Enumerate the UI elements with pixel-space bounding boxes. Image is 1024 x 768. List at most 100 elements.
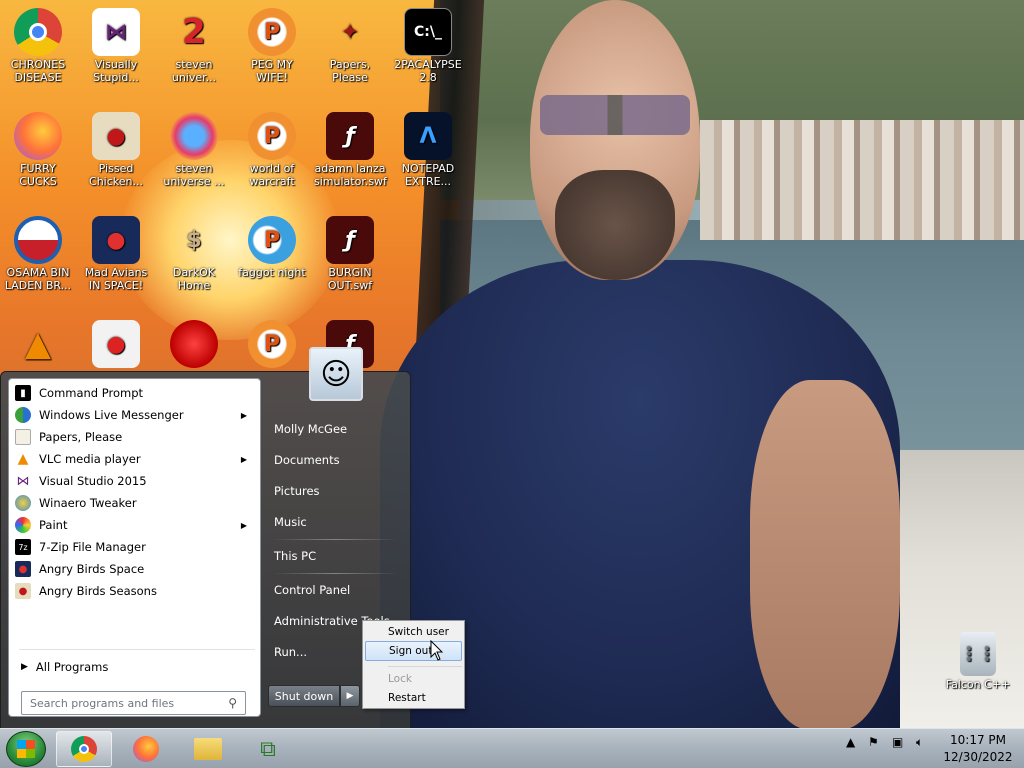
desktop-icon-vlc[interactable]: ▲ <box>0 320 76 370</box>
volume-icon[interactable]: 🔈︎ <box>916 735 923 750</box>
all-programs-button[interactable]: ▶ All Programs <box>19 656 255 678</box>
shutdown-button[interactable]: Shut down <box>268 685 340 707</box>
system-clock[interactable]: 10:17 PM 12/30/2022 <box>936 732 1020 766</box>
obama-logo-icon <box>14 216 62 264</box>
taskbar-network[interactable]: ⧉ <box>240 731 296 767</box>
angry-birds-seasons-icon: ● <box>15 583 31 599</box>
desktop-icon-steven-universe[interactable]: 2 steven univer... <box>156 8 232 85</box>
program-command-prompt[interactable]: ▮ Command Prompt <box>13 382 255 404</box>
menu-item-switch-user[interactable]: Switch user <box>365 622 462 642</box>
papers-please-icon <box>15 429 31 445</box>
desktop-icon-mad-avians[interactable]: ● Mad Avians IN SPACE! <box>78 216 154 292</box>
triangle-right-icon: ▶ <box>21 662 28 672</box>
shutdown-options-menu: Switch user Sign out Lock Restart <box>362 620 465 709</box>
program-vlc[interactable]: ▲ VLC media player ▶ <box>13 448 255 470</box>
command-prompt-icon: C:\_ <box>404 8 452 56</box>
program-angry-birds-space[interactable]: ● Angry Birds Space <box>13 558 255 580</box>
recycle-bin-icon: ⋮⋮ <box>960 632 996 676</box>
right-separator <box>272 573 398 574</box>
program-angry-birds-seasons[interactable]: ● Angry Birds Seasons <box>13 580 255 602</box>
angry-birds-seasons-icon: ● <box>92 112 140 160</box>
program-winaero-tweaker[interactable]: Winaero Tweaker <box>13 492 255 514</box>
flash-icon: ƒ <box>326 112 374 160</box>
desktop-icon-red-bird[interactable] <box>156 320 232 370</box>
desktop-icon-adamn-lanza[interactable]: ƒ adamn lanza simulator.swf <box>312 112 388 188</box>
file-explorer-icon <box>194 738 222 760</box>
vlc-icon: ▲ <box>24 323 52 364</box>
start-item-control-panel[interactable]: Control Panel <box>270 578 402 602</box>
program-paint[interactable]: Paint ▶ <box>13 514 255 536</box>
peggle-icon: P <box>248 8 296 56</box>
submenu-arrow-icon: ▶ <box>240 410 247 420</box>
firefox-icon <box>14 112 62 160</box>
start-item-user[interactable]: Molly McGee <box>270 417 402 441</box>
desktop-icon-darkok-home[interactable]: $ DarkOK Home <box>156 216 232 292</box>
papers-please-icon: ✦ <box>340 19 360 45</box>
taskbar-file-explorer[interactable] <box>180 731 236 767</box>
clock-date: 12/30/2022 <box>943 750 1013 764</box>
start-item-documents[interactable]: Documents <box>270 448 402 472</box>
angry-birds-space-icon: ● <box>92 216 140 264</box>
user-avatar[interactable]: ☺ <box>309 347 363 401</box>
search-input[interactable]: Search programs and files ⚲ <box>21 691 246 715</box>
desktop-icon-pissed-chicken[interactable]: ● Pissed Chicken... <box>78 112 154 188</box>
search-icon: ⚲ <box>228 696 237 710</box>
taskbar-firefox[interactable] <box>118 731 174 767</box>
desktop-icon-faggot-night[interactable]: P faggot night <box>234 216 310 279</box>
angry-birds-space-icon: ● <box>15 561 31 577</box>
clock-time: 10:17 PM <box>950 733 1006 747</box>
program-windows-live-messenger[interactable]: Windows Live Messenger ▶ <box>13 404 255 426</box>
desktop-icon-peggle-4[interactable]: P <box>234 320 310 370</box>
firefox-icon <box>133 736 159 762</box>
desktop-icon-firefox[interactable]: FURRY CUCKS <box>0 112 76 188</box>
chrome-icon <box>14 8 62 56</box>
desktop-icon-2pacalypse[interactable]: C:\_ 2PACALYPSE 2.8 <box>390 8 466 84</box>
command-prompt-icon: ▮ <box>15 385 31 401</box>
program-visual-studio[interactable]: ⋈ Visual Studio 2015 <box>13 470 255 492</box>
steven-universe-icon: 2 <box>182 11 206 52</box>
steven-universe-gem-icon <box>170 112 218 160</box>
windows-logo-icon <box>17 740 35 758</box>
right-separator <box>272 539 398 540</box>
menu-item-sign-out[interactable]: Sign out <box>365 641 462 661</box>
triangle-right-icon: ▶ <box>346 691 354 701</box>
money-bag-icon: $ <box>186 227 202 253</box>
red-bird-icon <box>170 320 218 368</box>
action-center-flag-icon[interactable]: ⚑ <box>868 735 879 749</box>
desktop-icon-visual-studio[interactable]: ⋈ Visually Stupid... <box>78 8 154 84</box>
angry-birds-icon: ● <box>92 320 140 368</box>
start-item-this-pc[interactable]: This PC <box>270 544 402 568</box>
desktop-icon-notepad-extreme[interactable]: Λ NOTEPAD EXTRE... <box>390 112 466 188</box>
start-item-pictures[interactable]: Pictures <box>270 479 402 503</box>
desktop-icon-steven-universe-2[interactable]: steven universe ... <box>156 112 232 188</box>
menu-item-restart[interactable]: Restart <box>365 688 462 708</box>
program-papers-please[interactable]: Papers, Please <box>13 426 255 448</box>
taskbar-chrome[interactable] <box>56 731 112 767</box>
desktop-icon-chrome[interactable]: CHRONES DISEASE <box>0 8 76 84</box>
shutdown-options-button[interactable]: ▶ <box>340 685 360 707</box>
visual-studio-icon: ⋈ <box>16 473 30 489</box>
visual-studio-icon: ⋈ <box>92 8 140 56</box>
desktop-icon-peg-my-wife[interactable]: P PEG MY WIFE! <box>234 8 310 84</box>
show-hidden-icons-button[interactable]: ▲ <box>846 735 855 749</box>
7zip-icon: 7z <box>15 539 31 555</box>
network-tray-icon[interactable]: ▣ <box>892 735 903 749</box>
start-button[interactable] <box>6 731 46 767</box>
messenger-icon <box>15 407 31 423</box>
start-item-music[interactable]: Music <box>270 510 402 534</box>
paint-icon <box>15 517 31 533</box>
desktop-icon-world-of-warcraft[interactable]: P world of warcraft <box>234 112 310 188</box>
submenu-arrow-icon: ▶ <box>240 454 247 464</box>
desktop-icon-recycle-bin[interactable]: ⋮⋮ Falcon C++ <box>938 632 1018 691</box>
mouse-cursor-icon <box>430 640 444 661</box>
peggle-icon: P <box>248 112 296 160</box>
desktop-icon-burgin-out[interactable]: ƒ BURGIN OUT.swf <box>312 216 388 292</box>
desktop-icon-papers-please[interactable]: ✦ Papers, Please <box>312 8 388 84</box>
chrome-icon <box>71 736 97 762</box>
peggle-icon: P <box>248 320 296 368</box>
notepad-icon: Λ <box>404 112 452 160</box>
menu-item-lock: Lock <box>388 673 412 685</box>
desktop-icon-angry-birds[interactable]: ● <box>78 320 154 370</box>
program-7zip[interactable]: 7z 7-Zip File Manager <box>13 536 255 558</box>
desktop-icon-osama[interactable]: OSAMA BIN LADEN BR... <box>0 216 76 292</box>
